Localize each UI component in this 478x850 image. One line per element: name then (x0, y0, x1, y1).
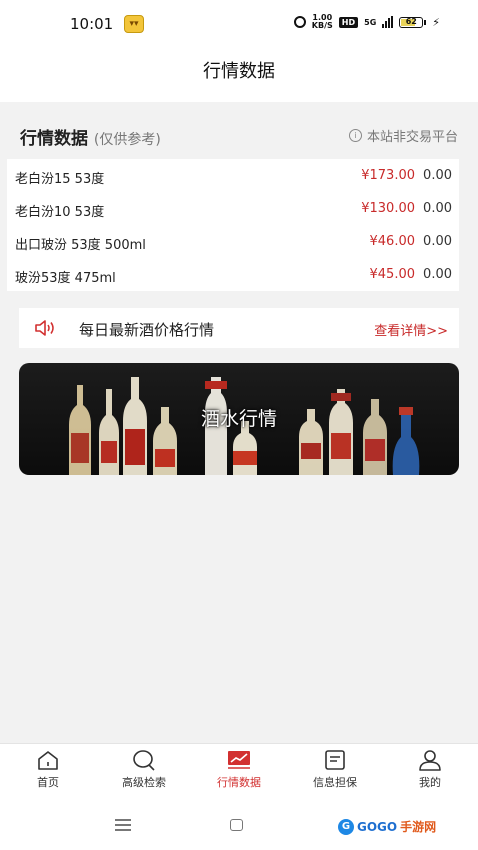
product-price: ¥173.00 (361, 168, 415, 183)
price-row[interactable]: 出口玻汾 53度 500ml ¥46.00 0.00 (7, 225, 459, 258)
product-name: 出口玻汾 53度 500ml (15, 238, 146, 253)
status-icons: 1.00 KB/S HD 5G 62 ⚡ (293, 13, 440, 30)
trend-chart-icon (228, 751, 250, 769)
price-change: 0.00 (423, 168, 452, 183)
charging-icon: ⚡ (432, 15, 440, 29)
section-subtitle: (仅供参考) (93, 132, 161, 148)
logo-text-cn: 手游网 (400, 820, 437, 834)
home-icon (38, 751, 58, 770)
info-icon: i (348, 129, 362, 142)
view-details-link[interactable]: 查看详情>> (374, 320, 448, 339)
product-name: 老白汾15 53度 (15, 172, 105, 187)
price-row[interactable]: 玻汾53度 475ml ¥45.00 0.00 (7, 258, 459, 291)
notice-text: 每日最新酒价格行情 (79, 321, 215, 339)
alarm-icon (293, 16, 306, 28)
document-icon (325, 750, 345, 770)
tab-home[interactable]: 首页 (0, 744, 96, 800)
product-price: ¥45.00 (369, 267, 416, 282)
section-title: 行情数据 (仅供参考) (20, 124, 161, 149)
product-name: 玻汾53度 475ml (15, 271, 116, 286)
tab-label: 首页 (37, 776, 59, 789)
tab-mine[interactable]: 我的 (382, 744, 478, 800)
network-type: 5G (364, 17, 377, 27)
logo-text: GOGO (357, 819, 398, 834)
price-row[interactable]: 老白汾10 53度 ¥130.00 0.00 (7, 192, 459, 225)
liquor-banner[interactable]: 酒水行情 (19, 363, 459, 475)
search-icon (133, 750, 155, 771)
product-price: ¥46.00 (369, 234, 416, 249)
watermark-logo: G GOGO 手游网 (338, 818, 436, 835)
notice-bar[interactable]: 每日最新酒价格行情 查看详情>> (19, 308, 459, 348)
hd-badge: HD (338, 16, 359, 28)
system-nav-bar: G GOGO 手游网 (0, 800, 478, 850)
home-button[interactable] (230, 819, 243, 831)
tab-info-guarantee[interactable]: 信息担保 (287, 744, 383, 800)
section-title-text: 行情数据 (20, 129, 88, 149)
disclaimer: i 本站非交易平台 (348, 126, 458, 145)
page-title: 行情数据 (0, 46, 478, 102)
speaker-icon (35, 320, 54, 336)
section-header: 行情数据 (仅供参考) i 本站非交易平台 (0, 116, 478, 152)
tab-label: 我的 (419, 776, 441, 789)
price-list: 老白汾15 53度 ¥173.00 0.00 老白汾10 53度 ¥130.00… (7, 159, 459, 291)
recent-apps-button[interactable] (115, 819, 131, 831)
product-name: 老白汾10 53度 (15, 205, 105, 220)
battery-level: 62 (405, 16, 417, 26)
product-price: ¥130.00 (361, 201, 415, 216)
notification-emoji-icon: ▾▾ (124, 15, 144, 33)
banner-caption: 酒水行情 (200, 408, 277, 430)
status-bar: 10:01 ▾▾ 1.00 KB/S HD 5G 62 ⚡ (0, 0, 478, 46)
price-row[interactable]: 老白汾15 53度 ¥173.00 0.00 (7, 159, 459, 192)
price-change: 0.00 (423, 201, 452, 216)
user-icon (419, 750, 441, 771)
status-time: 10:01 (70, 15, 114, 33)
tab-label: 行情数据 (217, 776, 261, 789)
battery-icon: 62 (399, 16, 427, 28)
price-change: 0.00 (423, 234, 452, 249)
signal-icon (382, 16, 394, 28)
gogo-logo-icon: G (338, 818, 354, 835)
tab-market-data[interactable]: 行情数据 (191, 744, 287, 800)
price-change: 0.00 (423, 267, 452, 282)
network-speed: 1.00 KB/S (311, 13, 333, 30)
bottom-tab-bar: 首页 高级检索 行情数据 信息担保 我的 (0, 743, 478, 800)
tab-label: 高级检索 (122, 776, 166, 789)
tab-label: 信息担保 (313, 776, 357, 789)
disclaimer-text: 本站非交易平台 (366, 130, 458, 145)
tab-advanced-search[interactable]: 高级检索 (96, 744, 192, 800)
